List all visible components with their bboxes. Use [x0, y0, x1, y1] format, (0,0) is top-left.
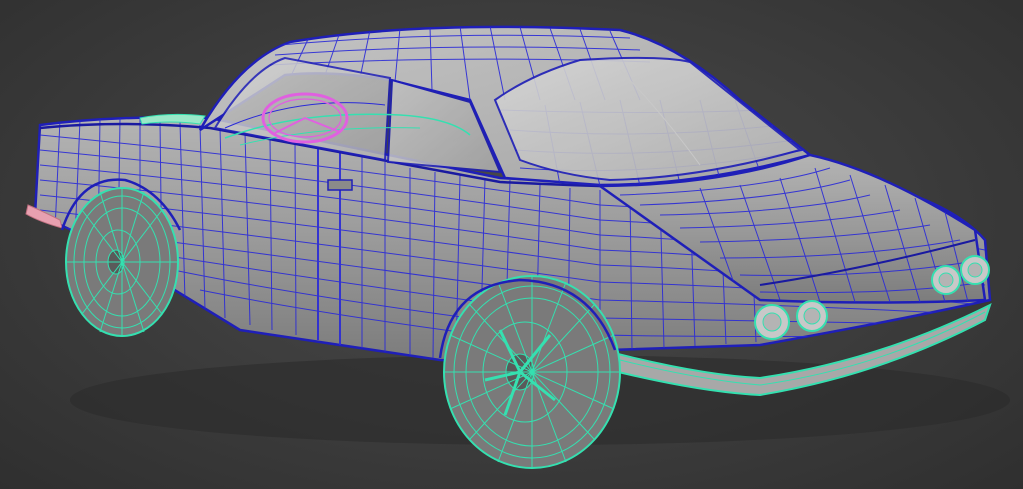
rear-wheel — [443, 275, 621, 469]
rear-window — [493, 56, 803, 182]
car-wireframe-render — [25, 25, 1010, 469]
front-wheel — [65, 187, 179, 337]
door-handle — [327, 179, 353, 191]
3d-viewport[interactable] — [0, 0, 1023, 489]
